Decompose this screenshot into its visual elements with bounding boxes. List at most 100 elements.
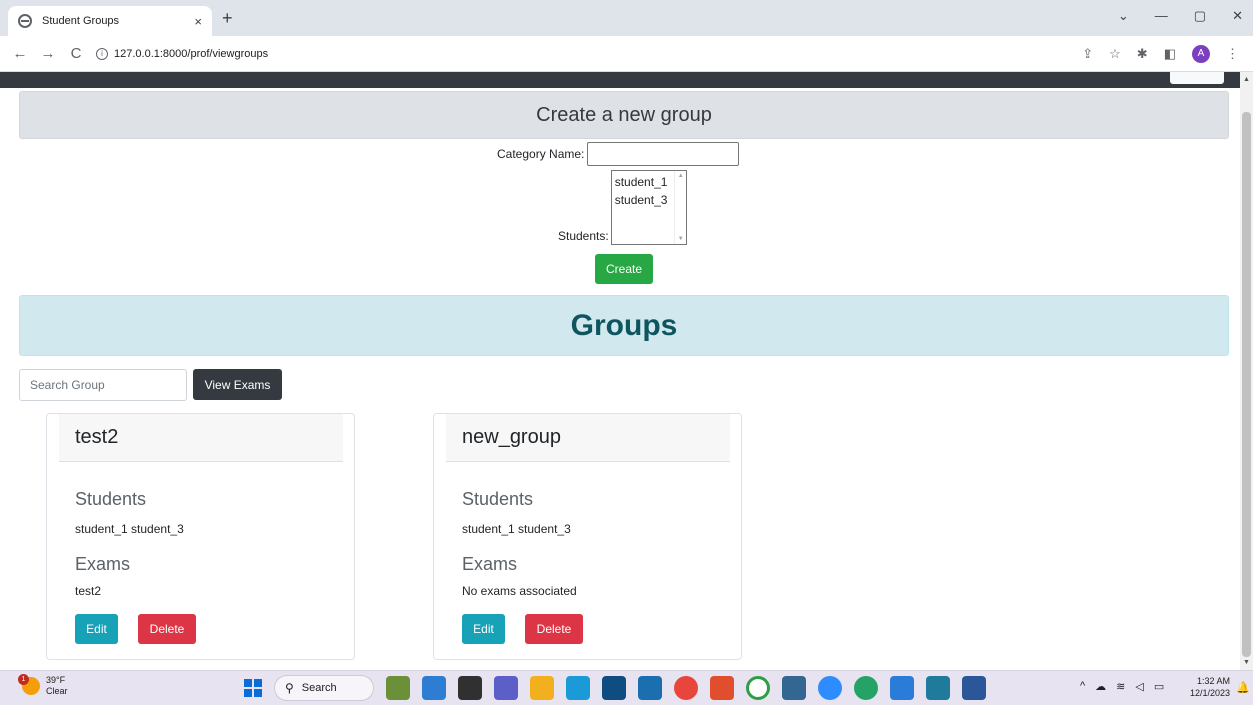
extensions-icon[interactable]: ✱	[1137, 46, 1148, 62]
window-controls: ⌄ — ▢ ✕	[1118, 8, 1243, 24]
students-list: student_1 student_3	[75, 522, 184, 536]
notification-badge: 1	[18, 674, 29, 685]
scroll-up-icon[interactable]: ▲	[678, 173, 684, 179]
share-icon[interactable]: ⇪	[1082, 46, 1093, 62]
category-label: Category Name:	[497, 147, 585, 161]
notification-bell-icon[interactable]: 🔔	[1236, 681, 1250, 694]
address-bar: ← → C i 127.0.0.1:8000/prof/viewgroups ⇪…	[0, 36, 1253, 72]
reload-icon[interactable]: C	[68, 45, 84, 62]
url-box[interactable]: i 127.0.0.1:8000/prof/viewgroups	[96, 41, 1082, 67]
wifi-icon[interactable]: ≋	[1116, 680, 1125, 693]
word-icon[interactable]	[962, 676, 986, 700]
students-heading: Students	[75, 489, 147, 509]
student-option[interactable]: student_1	[615, 173, 683, 191]
scroll-thumb[interactable]	[1242, 112, 1251, 657]
navbar-button[interactable]	[1170, 72, 1224, 84]
delete-button[interactable]: Delete	[138, 614, 196, 644]
groups-header: Groups	[19, 295, 1229, 356]
taskbar-apps	[386, 676, 986, 700]
group-card: new_group Students student_1 student_3 E…	[433, 413, 742, 660]
postgres-icon[interactable]	[782, 676, 806, 700]
weather-text: 39°F Clear	[46, 675, 68, 697]
search-icon: ⚲	[285, 681, 294, 695]
scroll-down-icon[interactable]: ▼	[1243, 659, 1250, 666]
tab-search-icon[interactable]: ⌄	[1118, 8, 1129, 24]
globe-icon	[18, 14, 32, 28]
new-tab-button[interactable]: +	[222, 8, 233, 29]
weather-temp: 39°F	[46, 675, 66, 685]
forward-arrow-icon[interactable]: →	[40, 45, 56, 62]
students-list: student_1 student_3	[462, 522, 571, 536]
weather-widget[interactable]: 1 39°F Clear	[18, 674, 68, 697]
exams-heading: Exams	[462, 554, 518, 574]
student-option[interactable]: student_3	[615, 191, 683, 209]
students-label: Students:	[558, 229, 609, 243]
back-arrow-icon[interactable]: ←	[12, 45, 28, 62]
edit-button[interactable]: Edit	[462, 614, 505, 644]
cloud-icon[interactable]: ☁	[1095, 680, 1106, 693]
chat-icon[interactable]	[494, 676, 518, 700]
tab-title: Student Groups	[42, 15, 120, 27]
taskbar-search-label: Search	[301, 682, 337, 694]
weather-desc: Clear	[46, 686, 68, 696]
app-icon[interactable]	[386, 676, 410, 700]
close-window-icon[interactable]: ✕	[1232, 8, 1243, 24]
view-exams-button[interactable]: View Exams	[193, 369, 282, 400]
site-info-icon[interactable]: i	[96, 47, 108, 60]
chrome-icon[interactable]	[674, 676, 698, 700]
file-explorer-icon[interactable]	[530, 676, 554, 700]
edit-button[interactable]: Edit	[75, 614, 118, 644]
chevron-up-icon[interactable]: ^	[1080, 680, 1085, 693]
app-icon[interactable]	[854, 676, 878, 700]
exams-list: test2	[75, 584, 102, 598]
vscode-icon[interactable]	[890, 676, 914, 700]
scroll-up-icon[interactable]: ▲	[1243, 76, 1250, 83]
exams-heading: Exams	[75, 554, 131, 574]
app-icon[interactable]	[746, 676, 770, 700]
group-name: test2	[59, 414, 343, 462]
taskbar-search[interactable]: ⚲ Search	[274, 675, 374, 701]
browser-tab[interactable]: Student Groups ×	[8, 6, 212, 36]
app-icon[interactable]	[710, 676, 734, 700]
windows-start-icon[interactable]	[244, 679, 262, 697]
multiselect-scrollbar[interactable]: ▲ ▼	[673, 171, 686, 244]
edge-icon[interactable]	[566, 676, 590, 700]
battery-icon[interactable]: ▭	[1154, 680, 1164, 693]
create-group-header: Create a new group	[19, 91, 1229, 139]
volume-icon[interactable]: ◁	[1135, 680, 1143, 693]
create-button[interactable]: Create	[595, 254, 653, 284]
side-panel-icon[interactable]: ◧	[1164, 46, 1176, 62]
students-row: Students: student_1 student_3 ▲ ▼	[558, 170, 687, 245]
minimize-icon[interactable]: —	[1155, 8, 1168, 24]
search-group-input[interactable]	[19, 369, 187, 401]
taskbar-clock[interactable]: 1:32 AM 12/1/2023	[1188, 675, 1230, 699]
group-name: new_group	[446, 414, 730, 462]
store-icon[interactable]	[602, 676, 626, 700]
scroll-down-icon[interactable]: ▼	[678, 236, 684, 242]
close-tab-icon[interactable]: ×	[194, 14, 202, 29]
app-icon[interactable]	[638, 676, 662, 700]
menu-dots-icon[interactable]: ⋮	[1226, 46, 1239, 62]
site-navbar	[0, 72, 1240, 88]
bookmark-star-icon[interactable]: ☆	[1109, 46, 1121, 62]
url-text[interactable]: 127.0.0.1:8000/prof/viewgroups	[114, 48, 268, 60]
students-heading: Students	[462, 489, 534, 509]
browser-tab-bar: Student Groups × + ⌄ — ▢ ✕	[0, 0, 1253, 36]
task-view-icon[interactable]	[458, 676, 482, 700]
page-viewport: Create a new group Category Name: Studen…	[0, 72, 1253, 670]
taskbar: 1 39°F Clear ⚲ Search ^ ☁ ≋ ◁ ▭ 1:32 AM …	[0, 670, 1253, 705]
delete-button[interactable]: Delete	[525, 614, 583, 644]
page-scrollbar[interactable]: ▲ ▼	[1240, 72, 1253, 670]
browser-toolbar: ⇪ ☆ ✱ ◧ A ⋮	[1082, 44, 1239, 63]
app-icon[interactable]	[422, 676, 446, 700]
category-name-input[interactable]	[587, 142, 740, 166]
profile-avatar[interactable]: A	[1192, 44, 1210, 63]
notepad-icon[interactable]	[926, 676, 950, 700]
students-multiselect[interactable]: student_1 student_3 ▲ ▼	[610, 170, 687, 245]
exams-list: No exams associated	[462, 584, 577, 598]
maximize-icon[interactable]: ▢	[1194, 8, 1206, 24]
zoom-icon[interactable]	[818, 676, 842, 700]
clock-date: 12/1/2023	[1189, 688, 1230, 698]
weather-sun-icon: 1	[18, 674, 40, 695]
clock-time: 1:32 AM	[1196, 676, 1230, 686]
